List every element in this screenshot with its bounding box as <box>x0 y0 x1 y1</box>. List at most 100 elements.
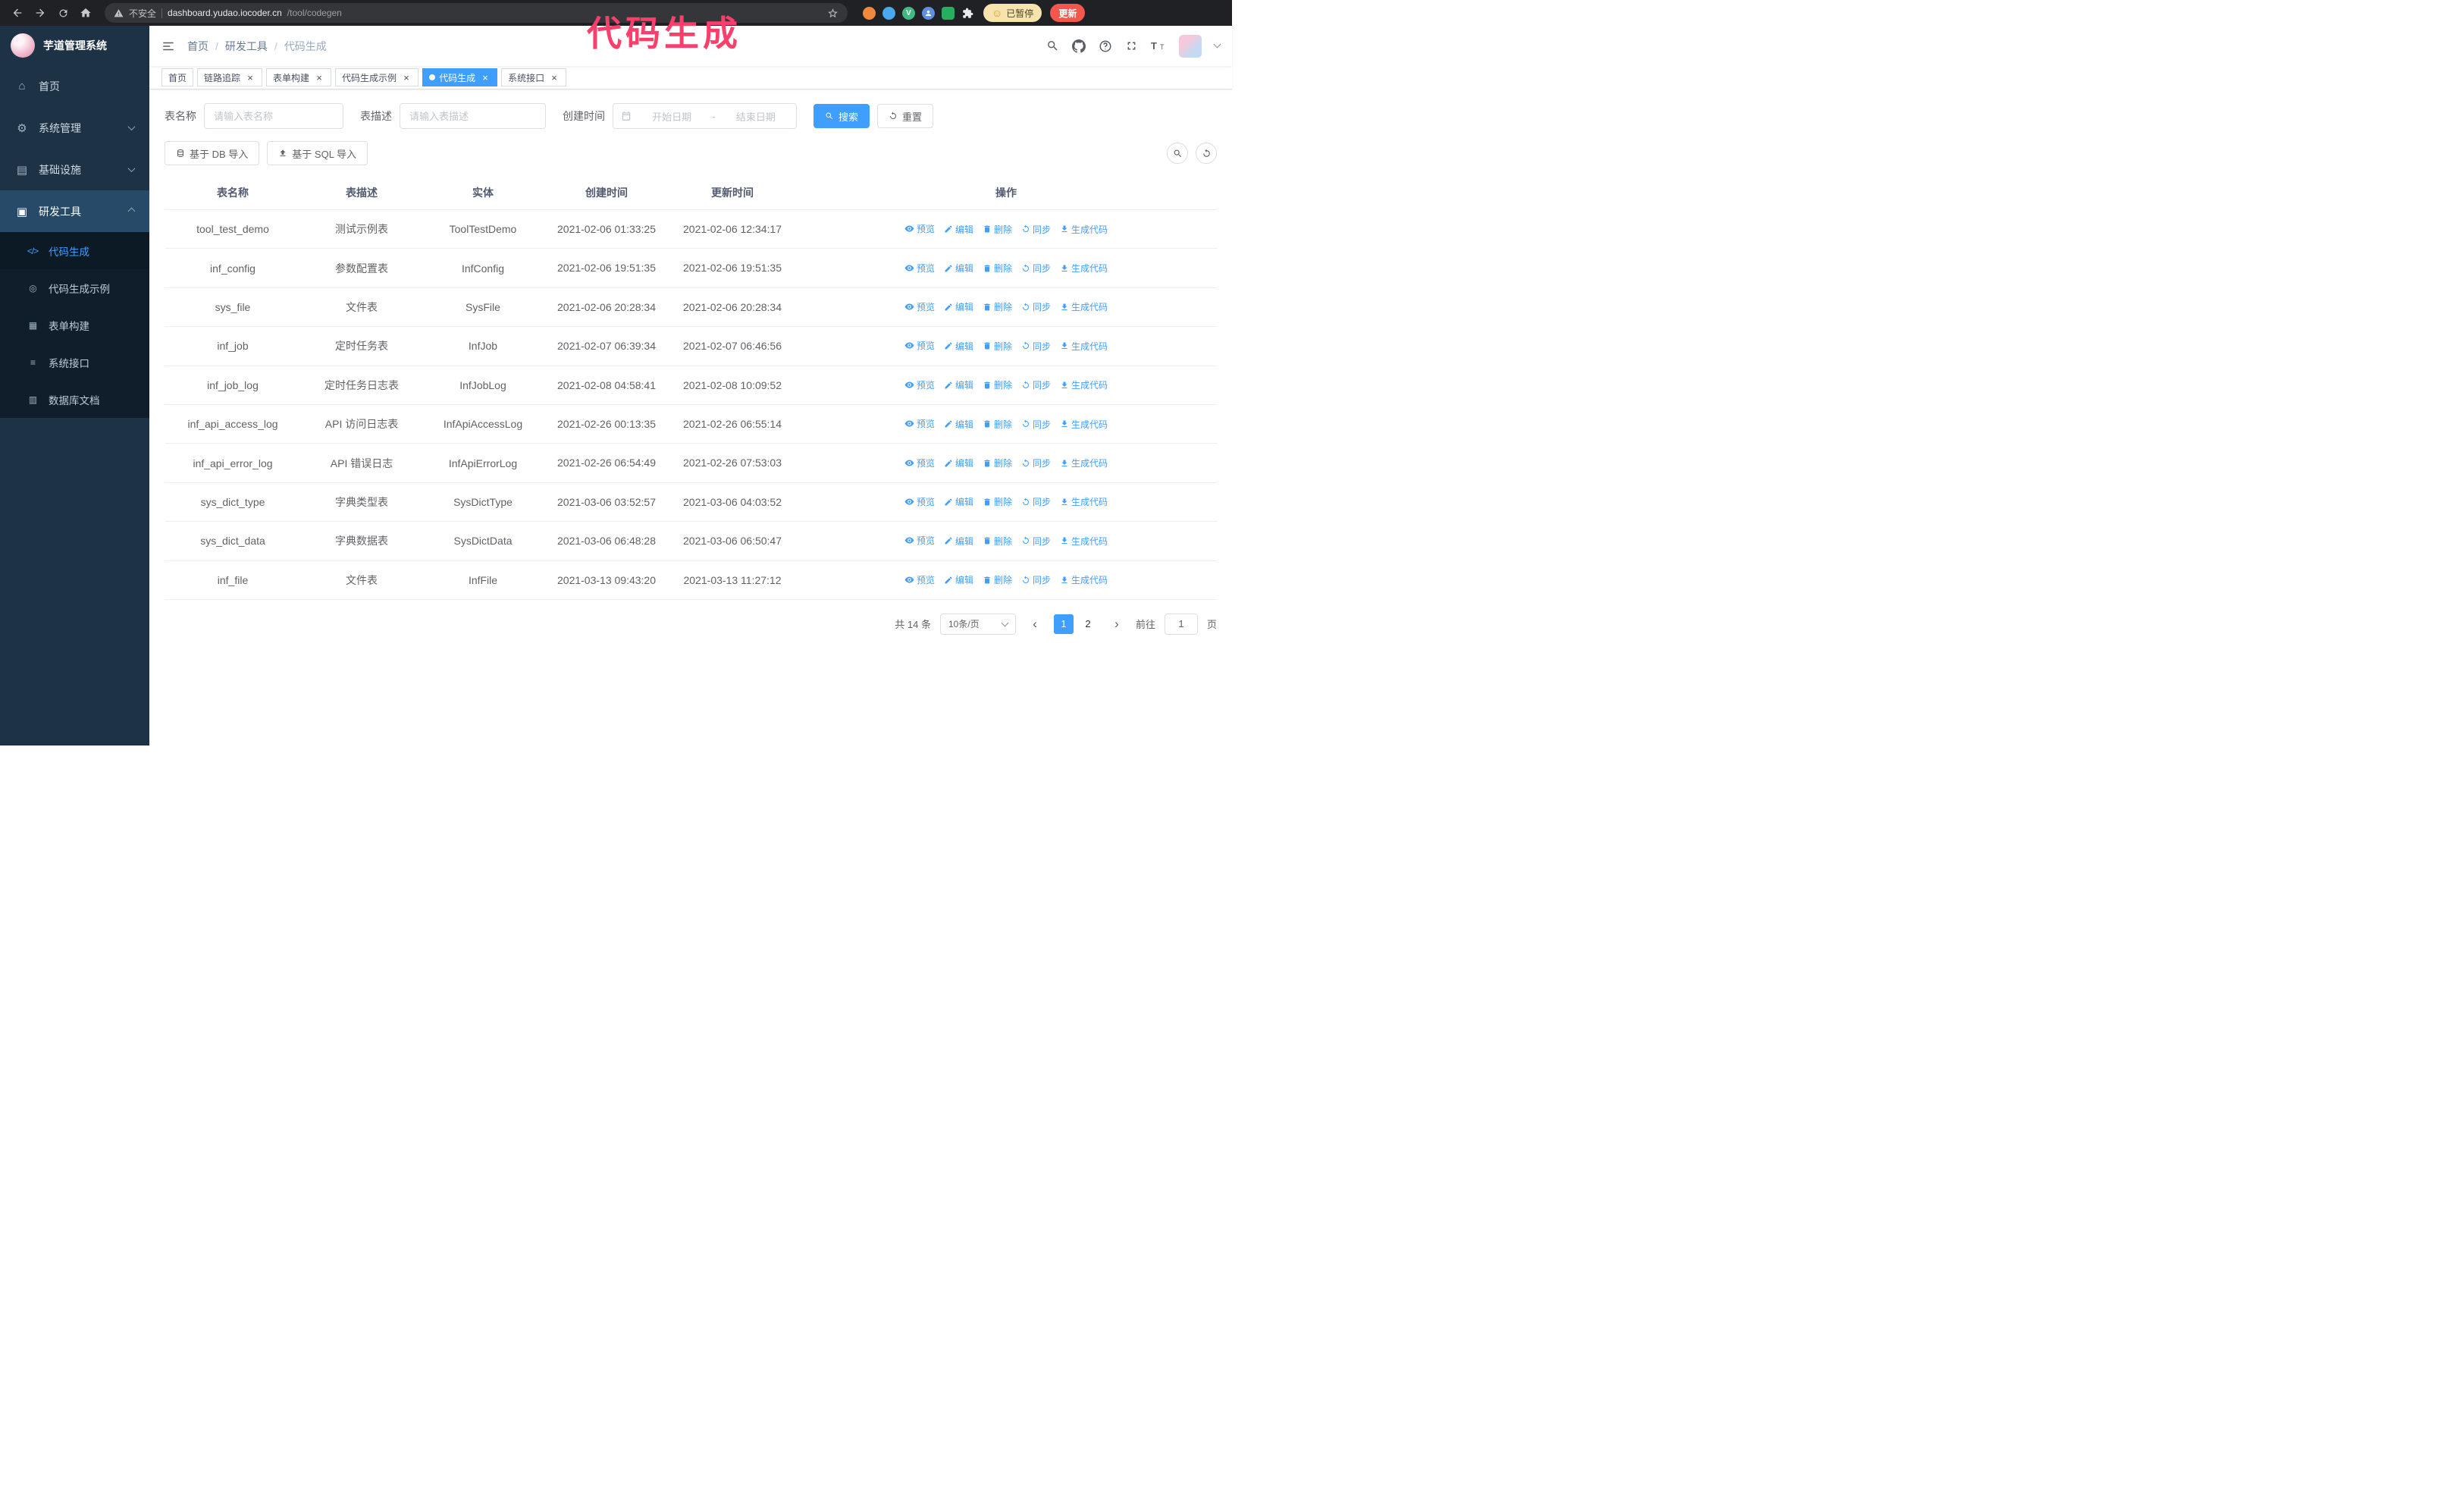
sync-link[interactable]: 同步 <box>1021 457 1051 469</box>
page-size-select[interactable]: 10条/页 <box>939 613 1016 635</box>
update-button[interactable]: 更新 <box>1050 4 1086 22</box>
preview-link[interactable]: 预览 <box>904 573 935 586</box>
sync-link[interactable]: 同步 <box>1021 418 1051 431</box>
date-range-picker[interactable]: 开始日期 - 结束日期 <box>613 103 797 129</box>
breadcrumb-item[interactable]: 首页 <box>187 39 208 54</box>
preview-link[interactable]: 预览 <box>904 222 935 235</box>
generate-code-link[interactable]: 生成代码 <box>1060 457 1108 469</box>
home-nav-icon[interactable] <box>76 3 96 23</box>
tab-item[interactable]: 表单构建 × <box>266 68 332 86</box>
delete-link[interactable]: 删除 <box>983 340 1012 353</box>
edit-link[interactable]: 编辑 <box>944 495 973 508</box>
back-icon[interactable] <box>8 3 27 23</box>
sidebar-item-infrastructure[interactable]: ▤ 基础设施 <box>0 149 149 190</box>
import-db-button[interactable]: 基于 DB 导入 <box>165 141 260 165</box>
preview-link[interactable]: 预览 <box>904 339 935 352</box>
prev-page-button[interactable]: ‹ <box>1025 614 1045 634</box>
next-page-button[interactable]: › <box>1107 614 1127 634</box>
close-icon[interactable]: × <box>314 72 324 83</box>
security-label[interactable]: 不安全 <box>129 7 156 20</box>
close-icon[interactable]: × <box>401 72 412 83</box>
table-name-input[interactable] <box>204 103 343 129</box>
sidebar-item-form-builder[interactable]: ▦ 表单构建 <box>0 306 149 344</box>
delete-link[interactable]: 删除 <box>983 378 1012 391</box>
extensions-puzzle-icon[interactable] <box>961 7 974 20</box>
sidebar-item-system-api[interactable]: ≡ 系统接口 <box>0 344 149 381</box>
sync-link[interactable]: 同步 <box>1021 495 1051 508</box>
sync-link[interactable]: 同步 <box>1021 535 1051 548</box>
delete-link[interactable]: 删除 <box>983 573 1012 586</box>
edit-link[interactable]: 编辑 <box>944 300 973 313</box>
delete-link[interactable]: 删除 <box>983 418 1012 431</box>
page-button-1[interactable]: 1 <box>1053 614 1074 634</box>
sync-link[interactable]: 同步 <box>1021 573 1051 586</box>
sync-link[interactable]: 同步 <box>1021 378 1051 391</box>
user-avatar[interactable] <box>1179 34 1202 58</box>
github-icon[interactable] <box>1072 39 1086 53</box>
paused-badge[interactable]: ☺ 已暂停 <box>983 4 1042 22</box>
generate-code-link[interactable]: 生成代码 <box>1060 223 1108 236</box>
goto-page-input[interactable] <box>1164 613 1198 635</box>
help-icon[interactable] <box>1099 39 1112 53</box>
chevron-down-icon[interactable] <box>1213 40 1221 49</box>
generate-code-link[interactable]: 生成代码 <box>1060 573 1108 586</box>
extension-icon-green[interactable] <box>942 6 955 20</box>
generate-code-link[interactable]: 生成代码 <box>1060 262 1108 275</box>
preview-link[interactable]: 预览 <box>904 378 935 391</box>
edit-link[interactable]: 编辑 <box>944 262 973 275</box>
preview-link[interactable]: 预览 <box>904 417 935 430</box>
delete-link[interactable]: 删除 <box>983 262 1012 275</box>
generate-code-link[interactable]: 生成代码 <box>1060 340 1108 353</box>
preview-link[interactable]: 预览 <box>904 457 935 469</box>
tab-item[interactable]: 首页 <box>161 68 194 86</box>
reload-icon[interactable] <box>53 3 73 23</box>
sidebar-item-db-doc[interactable]: ▥ 数据库文档 <box>0 381 149 418</box>
delete-link[interactable]: 删除 <box>983 535 1012 548</box>
breadcrumb-item[interactable]: 研发工具 <box>225 39 268 54</box>
close-icon[interactable]: × <box>549 72 560 83</box>
extension-icon-vue[interactable]: V <box>902 6 915 20</box>
preview-link[interactable]: 预览 <box>904 262 935 275</box>
sync-link[interactable]: 同步 <box>1021 340 1051 353</box>
edit-link[interactable]: 编辑 <box>944 418 973 431</box>
preview-link[interactable]: 预览 <box>904 495 935 508</box>
edit-link[interactable]: 编辑 <box>944 573 973 586</box>
generate-code-link[interactable]: 生成代码 <box>1060 378 1108 391</box>
import-sql-button[interactable]: 基于 SQL 导入 <box>267 141 368 165</box>
extension-icon-blue-drop[interactable] <box>882 6 895 20</box>
close-icon[interactable]: × <box>480 72 491 83</box>
sidebar-item-system-mgmt[interactable]: ⚙ 系统管理 <box>0 107 149 149</box>
sidebar-item-dev-tools[interactable]: ▣ 研发工具 <box>0 190 149 232</box>
toggle-search-button[interactable] <box>1167 143 1188 164</box>
generate-code-link[interactable]: 生成代码 <box>1060 535 1108 548</box>
address-bar[interactable]: 不安全 dashboard.yudao.iocoder.cn/tool/code… <box>105 3 848 23</box>
reset-button[interactable]: 重置 <box>877 104 934 128</box>
sidebar-item-codegen[interactable]: </> 代码生成 <box>0 232 149 269</box>
close-icon[interactable]: × <box>245 72 255 83</box>
sync-link[interactable]: 同步 <box>1021 223 1051 236</box>
extension-icon-orange[interactable] <box>863 6 876 20</box>
sync-link[interactable]: 同步 <box>1021 262 1051 275</box>
generate-code-link[interactable]: 生成代码 <box>1060 300 1108 313</box>
edit-link[interactable]: 编辑 <box>944 340 973 353</box>
generate-code-link[interactable]: 生成代码 <box>1060 418 1108 431</box>
delete-link[interactable]: 删除 <box>983 495 1012 508</box>
search-icon[interactable] <box>1046 39 1059 52</box>
edit-link[interactable]: 编辑 <box>944 378 973 391</box>
page-button-2[interactable]: 2 <box>1078 614 1098 634</box>
preview-link[interactable]: 预览 <box>904 534 935 547</box>
sync-link[interactable]: 同步 <box>1021 300 1051 313</box>
edit-link[interactable]: 编辑 <box>944 223 973 236</box>
edit-link[interactable]: 编辑 <box>944 457 973 469</box>
tab-item[interactable]: 代码生成示例 × <box>335 68 419 86</box>
forward-icon[interactable] <box>30 3 50 23</box>
bookmark-star-icon[interactable] <box>827 8 839 19</box>
tab-item[interactable]: 链路追踪 × <box>197 68 263 86</box>
search-button[interactable]: 搜索 <box>813 104 870 128</box>
table-desc-input[interactable] <box>400 103 546 129</box>
sidebar-item-home[interactable]: ⌂ 首页 <box>0 65 149 107</box>
tab-item[interactable]: 代码生成 × <box>422 68 498 86</box>
delete-link[interactable]: 删除 <box>983 457 1012 469</box>
tab-item[interactable]: 系统接口 × <box>501 68 567 86</box>
generate-code-link[interactable]: 生成代码 <box>1060 495 1108 508</box>
